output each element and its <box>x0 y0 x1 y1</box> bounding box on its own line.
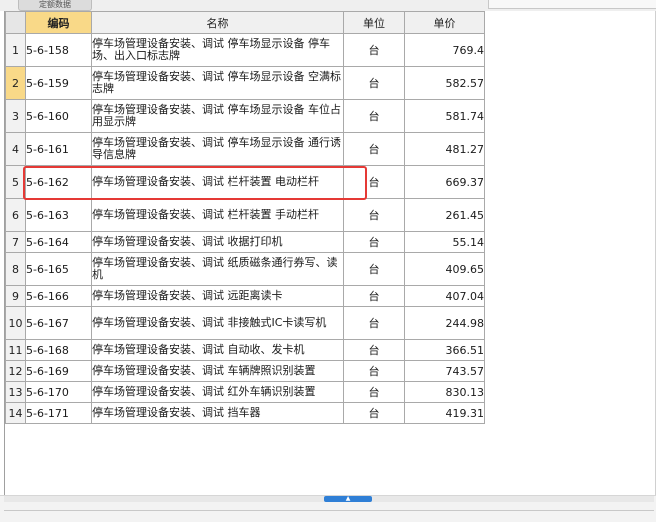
top-tab[interactable]: 定额数据 <box>18 0 92 11</box>
header-code[interactable]: 编码 <box>25 11 92 34</box>
table-row[interactable]: 13 5-6-170 停车场管理设备安装、调试 红外车辆识别装置台 830.13 <box>5 381 485 403</box>
cell-code[interactable]: 5-6-170 <box>25 381 92 403</box>
table-row[interactable]: 2 5-6-159 停车场管理设备安装、调试 停车场显示设备 空满标志牌台 582.5… <box>5 66 485 100</box>
row-index[interactable]: 1 <box>5 33 26 67</box>
header-price[interactable]: 单价 <box>404 11 485 34</box>
cell-unit[interactable]: 台 <box>343 231 405 253</box>
cell-price[interactable]: 407.04 <box>404 285 485 307</box>
cell-price[interactable]: 409.65 <box>404 252 485 286</box>
table-row[interactable]: 9 5-6-166 停车场管理设备安装、调试 远距离读卡台 407.04 <box>5 285 485 307</box>
cell-price[interactable]: 743.57 <box>404 360 485 382</box>
cell-unit[interactable]: 台 <box>343 402 405 424</box>
table-row[interactable]: 7 5-6-164 停车场管理设备安装、调试 收据打印机台 55.14 <box>5 231 485 253</box>
row-index[interactable]: 12 <box>5 360 26 382</box>
cell-code[interactable]: 5-6-158 <box>25 33 92 67</box>
row-index[interactable]: 3 <box>5 99 26 133</box>
cell-code[interactable]: 5-6-169 <box>25 360 92 382</box>
cell-unit[interactable]: 台 <box>343 99 405 133</box>
cell-name[interactable]: 停车场管理设备安装、调试 车辆牌照识别装置 <box>91 360 344 382</box>
cell-name[interactable]: 停车场管理设备安装、调试 栏杆装置 电动栏杆 <box>91 165 344 199</box>
table-row[interactable]: 3 5-6-160 停车场管理设备安装、调试 停车场显示设备 车位占用显示牌台 581… <box>5 99 485 133</box>
quota-table: 编码 名称 单位 单价 1 5-6-158 停车场管理设备安装、调试 停车场显示设备… <box>5 11 485 424</box>
row-index[interactable]: 8 <box>5 252 26 286</box>
cell-code[interactable]: 5-6-160 <box>25 99 92 133</box>
cell-unit[interactable]: 台 <box>343 339 405 361</box>
cell-name[interactable]: 停车场管理设备安装、调试 停车场显示设备 空满标志牌 <box>91 66 344 100</box>
cell-name[interactable]: 停车场管理设备安装、调试 收据打印机 <box>91 231 344 253</box>
table-row[interactable]: 10 5-6-167 停车场管理设备安装、调试 非接触式IC卡读写机台 244.98 <box>5 306 485 340</box>
table-row[interactable]: 5 5-6-162 停车场管理设备安装、调试 栏杆装置 电动栏杆台 669.37 <box>5 165 485 199</box>
cell-name[interactable]: 停车场管理设备安装、调试 停车场显示设备 通行诱导信息牌 <box>91 132 344 166</box>
cell-unit[interactable]: 台 <box>343 360 405 382</box>
cell-name[interactable]: 停车场管理设备安装、调试 红外车辆识别装置 <box>91 381 344 403</box>
cell-price[interactable]: 481.27 <box>404 132 485 166</box>
cell-price[interactable]: 830.13 <box>404 381 485 403</box>
quota-table-container: 编码 名称 单位 单价 1 5-6-158 停车场管理设备安装、调试 停车场显示设备… <box>4 11 656 495</box>
row-index[interactable]: 5 <box>5 165 26 199</box>
table-row[interactable]: 14 5-6-171 停车场管理设备安装、调试 挡车器台 419.31 <box>5 402 485 424</box>
row-index[interactable]: 13 <box>5 381 26 403</box>
cell-name[interactable]: 停车场管理设备安装、调试 纸质磁条通行券写、读机 <box>91 252 344 286</box>
row-index[interactable]: 7 <box>5 231 26 253</box>
row-index[interactable]: 11 <box>5 339 26 361</box>
cell-unit[interactable]: 台 <box>343 381 405 403</box>
cell-name[interactable]: 停车场管理设备安装、调试 自动收、发卡机 <box>91 339 344 361</box>
cell-name[interactable]: 停车场管理设备安装、调试 停车场显示设备 停车场、出入口标志牌 <box>91 33 344 67</box>
scrollbar-thumb[interactable]: ▲ <box>324 496 372 502</box>
cell-unit[interactable]: 台 <box>343 33 405 67</box>
cell-unit[interactable]: 台 <box>343 198 405 232</box>
header-index <box>5 11 26 34</box>
cell-price[interactable]: 419.31 <box>404 402 485 424</box>
row-index[interactable]: 2 <box>5 66 26 100</box>
cell-code[interactable]: 5-6-163 <box>25 198 92 232</box>
row-index[interactable]: 14 <box>5 402 26 424</box>
table-row[interactable]: 8 5-6-165 停车场管理设备安装、调试 纸质磁条通行券写、读机台 409.65 <box>5 252 485 286</box>
cell-price[interactable]: 581.74 <box>404 99 485 133</box>
table-row[interactable]: 12 5-6-169 停车场管理设备安装、调试 车辆牌照识别装置台 743.57 <box>5 360 485 382</box>
cell-price[interactable]: 261.45 <box>404 198 485 232</box>
header-name[interactable]: 名称 <box>91 11 344 34</box>
cell-unit[interactable]: 台 <box>343 285 405 307</box>
header-unit[interactable]: 单位 <box>343 11 405 34</box>
row-index[interactable]: 6 <box>5 198 26 232</box>
cell-name[interactable]: 停车场管理设备安装、调试 非接触式IC卡读写机 <box>91 306 344 340</box>
cell-code[interactable]: 5-6-168 <box>25 339 92 361</box>
row-index[interactable]: 9 <box>5 285 26 307</box>
top-right-panel <box>488 0 656 9</box>
bottom-divider <box>4 510 654 511</box>
cell-code[interactable]: 5-6-167 <box>25 306 92 340</box>
table-header-row: 编码 名称 单位 单价 <box>5 11 485 34</box>
cell-name[interactable]: 停车场管理设备安装、调试 栏杆装置 手动栏杆 <box>91 198 344 232</box>
cell-unit[interactable]: 台 <box>343 165 405 199</box>
cell-name[interactable]: 停车场管理设备安装、调试 挡车器 <box>91 402 344 424</box>
cell-price[interactable]: 55.14 <box>404 231 485 253</box>
cell-name[interactable]: 停车场管理设备安装、调试 停车场显示设备 车位占用显示牌 <box>91 99 344 133</box>
cell-price[interactable]: 582.57 <box>404 66 485 100</box>
cell-code[interactable]: 5-6-164 <box>25 231 92 253</box>
cell-code[interactable]: 5-6-166 <box>25 285 92 307</box>
table-row[interactable]: 6 5-6-163 停车场管理设备安装、调试 栏杆装置 手动栏杆台 261.45 <box>5 198 485 232</box>
row-index[interactable]: 10 <box>5 306 26 340</box>
table-row[interactable]: 1 5-6-158 停车场管理设备安装、调试 停车场显示设备 停车场、出入口标志牌台… <box>5 33 485 67</box>
cell-unit[interactable]: 台 <box>343 252 405 286</box>
cell-price[interactable]: 244.98 <box>404 306 485 340</box>
row-index[interactable]: 4 <box>5 132 26 166</box>
cell-code[interactable]: 5-6-165 <box>25 252 92 286</box>
cell-unit[interactable]: 台 <box>343 306 405 340</box>
cell-unit[interactable]: 台 <box>343 132 405 166</box>
cell-unit[interactable]: 台 <box>343 66 405 100</box>
table-row[interactable]: 4 5-6-161 停车场管理设备安装、调试 停车场显示设备 通行诱导信息牌台 481… <box>5 132 485 166</box>
cell-code[interactable]: 5-6-162 <box>25 165 92 199</box>
cell-price[interactable]: 669.37 <box>404 165 485 199</box>
cell-code[interactable]: 5-6-159 <box>25 66 92 100</box>
cell-name[interactable]: 停车场管理设备安装、调试 远距离读卡 <box>91 285 344 307</box>
cell-code[interactable]: 5-6-161 <box>25 132 92 166</box>
cell-code[interactable]: 5-6-171 <box>25 402 92 424</box>
cell-price[interactable]: 366.51 <box>404 339 485 361</box>
table-row[interactable]: 11 5-6-168 停车场管理设备安装、调试 自动收、发卡机台 366.51 <box>5 339 485 361</box>
cell-price[interactable]: 769.4 <box>404 33 485 67</box>
